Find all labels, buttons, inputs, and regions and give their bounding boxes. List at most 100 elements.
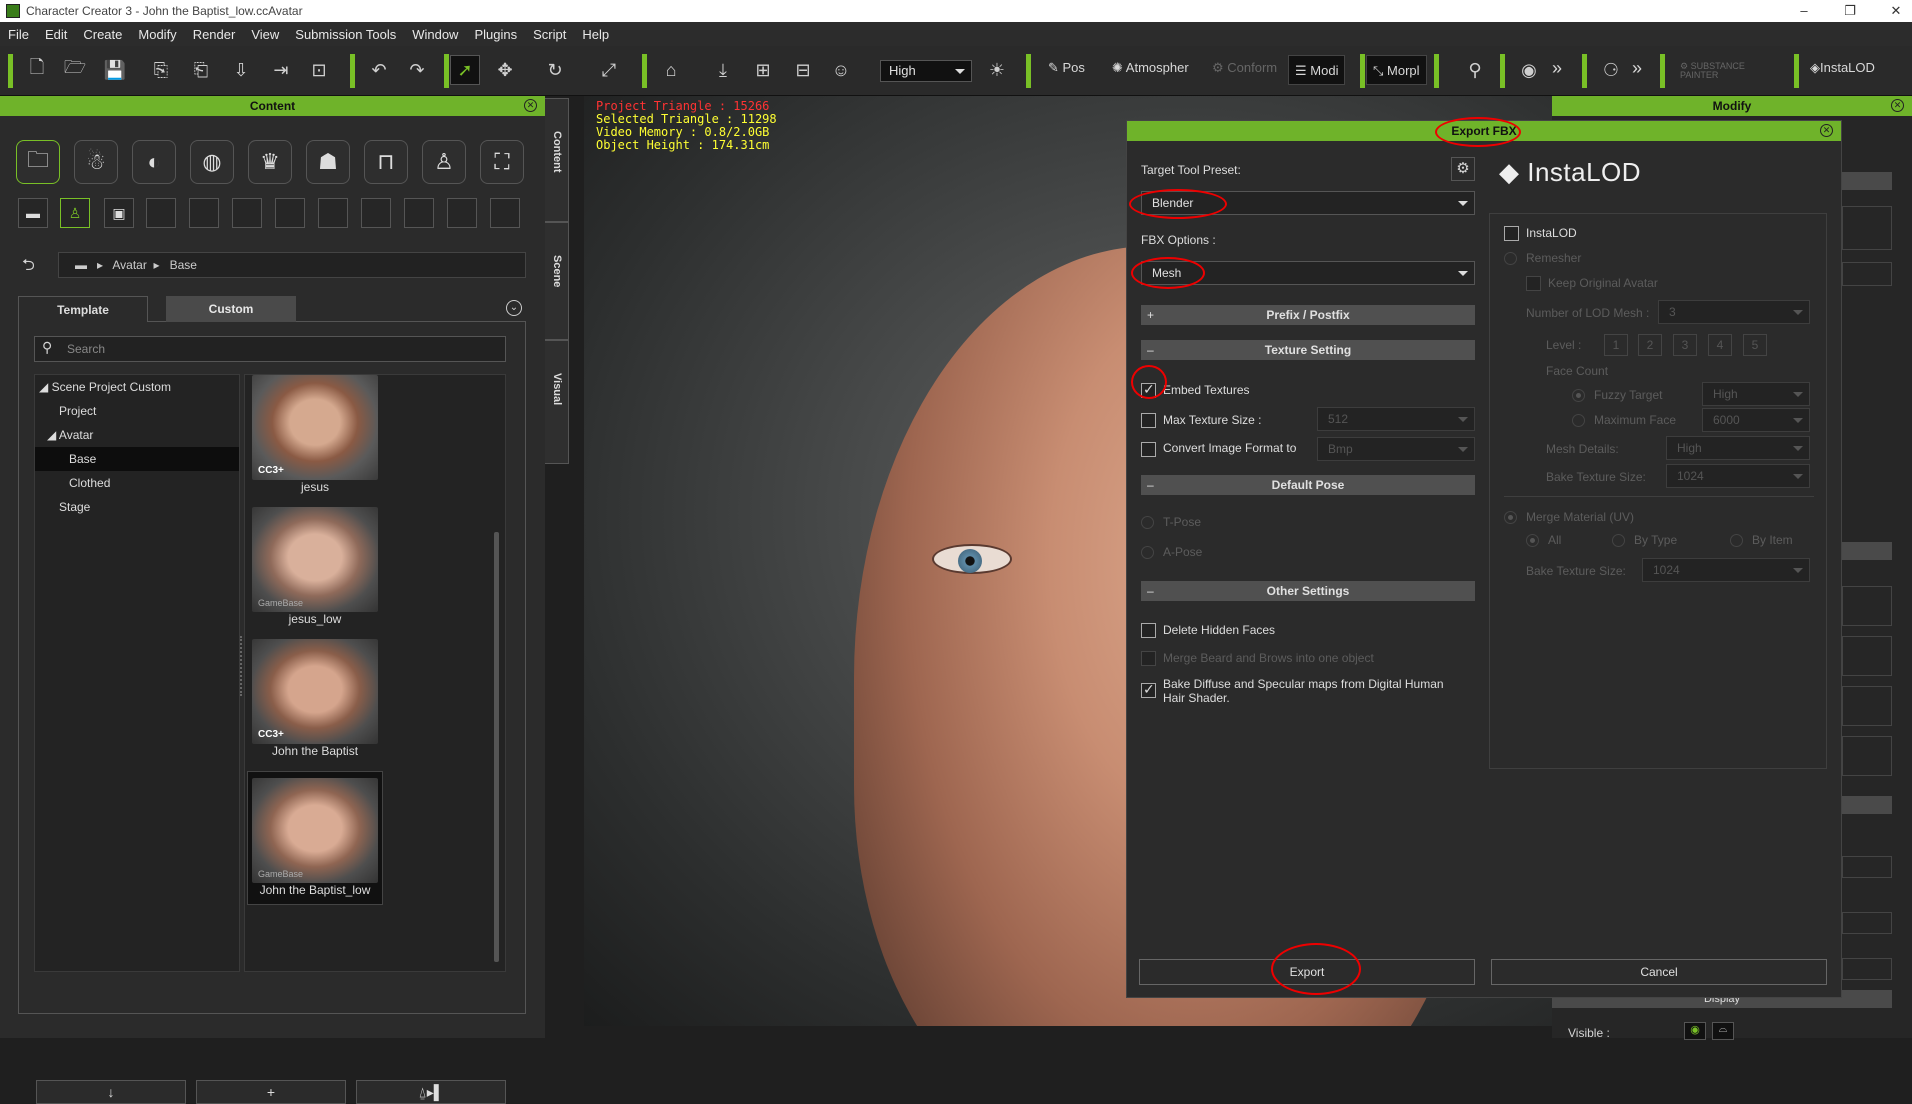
avatar-sub-icon[interactable]: ♙ [60,198,90,228]
menu-submission-tools[interactable]: Submission Tools [287,27,404,42]
convert-image-format-select[interactable]: Bmp [1317,437,1475,461]
level-4-button[interactable]: 4 [1708,334,1732,356]
thumbnail-jesus[interactable]: CC3+ jesus [251,375,379,505]
render-icon[interactable]: ⊡ [304,55,334,85]
thumbnail-jesus-low[interactable]: GameBase jesus_low [251,507,379,637]
morph-button[interactable]: ⤡ Morpl [1366,55,1427,85]
texture-setting-section[interactable]: – Texture Setting [1141,340,1475,360]
menu-view[interactable]: View [243,27,287,42]
bake-diffuse-checkbox[interactable] [1141,681,1156,698]
save-icon[interactable]: 💾 [100,55,130,85]
folder-sub-icon[interactable]: ▬ [18,198,48,228]
empty-slot[interactable] [189,198,219,228]
convert-image-format-checkbox[interactable] [1141,442,1156,457]
accessory-category-icon[interactable]: ☗ [306,140,350,184]
menu-help[interactable]: Help [574,27,617,42]
export-icon[interactable]: ⎗ [186,55,216,85]
tree-item-clothed[interactable]: Clothed [35,471,239,495]
tab-template[interactable]: Template [18,296,148,322]
level-2-button[interactable]: 2 [1638,334,1662,356]
add-button[interactable]: + [196,1080,346,1104]
tree-item-avatar[interactable]: ◢ Avatar [35,423,239,447]
remesher-radio[interactable] [1504,252,1517,265]
fuzzy-target-select[interactable]: High [1702,382,1810,406]
thumbnail-john-the-baptist-low[interactable]: GameBase John the Baptist_low [247,771,383,905]
face-cam-icon[interactable]: ☺ [826,55,856,85]
cancel-button[interactable]: Cancel [1491,959,1827,985]
close-button[interactable]: ✕ [1888,0,1904,22]
close-icon[interactable]: ✕ [1820,124,1833,137]
tpose-radio[interactable] [1141,516,1154,529]
back-icon[interactable]: ⮌ [22,254,35,281]
merge-byitem-radio[interactable] [1730,534,1743,547]
home-camera-icon[interactable]: ⌂ [656,55,686,85]
splitter-handle[interactable] [240,636,243,696]
download-button[interactable]: ↓ [36,1080,186,1104]
maximize-button[interactable]: ❐ [1842,0,1858,22]
move-icon[interactable]: ✥ [490,55,520,85]
apply-button[interactable]: ⍙▸▌ [356,1080,506,1104]
gear-icon[interactable]: ⚙ [1451,157,1475,181]
visible-eye-icon[interactable]: ◉ [1684,1022,1706,1040]
empty-slot[interactable] [404,198,434,228]
hair-category-icon[interactable]: ◐ [132,140,176,184]
export-button[interactable]: Export [1139,959,1475,985]
import-icon[interactable]: ⎘ [146,55,176,85]
empty-slot[interactable] [361,198,391,228]
side-tab-content[interactable]: Content [545,98,569,222]
rotate-icon[interactable]: ↻ [540,55,570,85]
level-1-button[interactable]: 1 [1604,334,1628,356]
close-icon[interactable]: ✕ [524,99,537,112]
maximum-face-radio[interactable] [1572,414,1585,427]
image-sub-icon[interactable]: ▣ [104,198,134,228]
thumbnail-john-the-baptist[interactable]: CC3+ John the Baptist [251,639,379,769]
stage-category-icon[interactable]: ⛶ [480,140,524,184]
max-texture-size-select[interactable]: 512 [1317,407,1475,431]
empty-slot[interactable] [146,198,176,228]
mesh-details-select[interactable]: High [1666,436,1810,460]
empty-slot[interactable] [232,198,262,228]
more-tools-button[interactable]: » [1552,58,1562,79]
empty-slot[interactable] [490,198,520,228]
folder-category-icon[interactable]: 🗀 [16,140,60,184]
menu-modify[interactable]: Modify [130,27,184,42]
tree-item-base[interactable]: Base [35,447,239,471]
level-3-button[interactable]: 3 [1673,334,1697,356]
menu-edit[interactable]: Edit [37,27,75,42]
level-5-button[interactable]: 5 [1743,334,1767,356]
delete-hidden-faces-checkbox[interactable] [1141,623,1156,638]
menu-render[interactable]: Render [185,27,244,42]
send-icon[interactable]: ⇥ [266,55,296,85]
open-folder-icon[interactable]: 🗁 [60,55,90,85]
scale-icon[interactable]: ⤢ [594,55,624,85]
menu-file[interactable]: File [0,27,37,42]
menu-window[interactable]: Window [404,27,466,42]
undo-icon[interactable]: ↶ [364,55,394,85]
other-settings-section[interactable]: – Other Settings [1141,581,1475,601]
breadcrumb-item-avatar[interactable]: Avatar [112,258,146,272]
substance-painter-button[interactable]: ⚙ SUBSTANCE PAINTER [1680,62,1760,80]
search-input[interactable]: Search [34,336,506,362]
merge-material-radio[interactable] [1504,511,1517,524]
merge-bytype-radio[interactable] [1612,534,1625,547]
pose-category-icon[interactable]: ♙ [422,140,466,184]
empty-slot[interactable] [318,198,348,228]
maximum-face-input[interactable]: 6000 [1702,408,1810,432]
instalod-checkbox[interactable] [1504,226,1519,241]
instalod-button[interactable]: ◈InstaLOD [1810,60,1875,76]
target-preset-select[interactable]: Blender [1141,191,1475,215]
merge-beard-checkbox[interactable] [1141,651,1156,666]
side-tab-visual[interactable]: Visual [545,340,569,464]
tab-custom[interactable]: Custom [166,296,296,322]
breadcrumb-item-base[interactable]: Base [170,258,197,272]
side-tab-scene[interactable]: Scene [545,222,569,340]
bake-texture-size-2-select[interactable]: 1024 [1642,558,1810,582]
cloth-icon[interactable]: ◉ [1514,55,1544,85]
minimize-button[interactable]: – [1796,0,1812,22]
close-icon[interactable]: ✕ [1891,99,1904,112]
conform-button[interactable]: ⚙ Conform [1212,60,1277,76]
max-texture-size-checkbox[interactable] [1141,413,1156,428]
atmosphere-button[interactable]: ✺ Atmospher [1112,60,1189,76]
chevron-down-icon[interactable]: ⌄ [506,300,522,316]
new-file-icon[interactable]: 🗋 [22,55,52,85]
